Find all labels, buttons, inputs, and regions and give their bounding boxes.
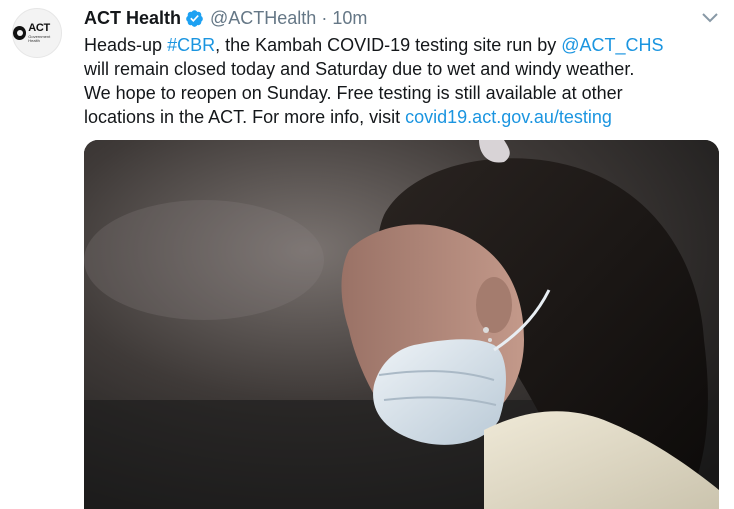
tweet-header: ACT Health @ACTHealth · 10m [84, 6, 367, 30]
avatar[interactable]: ACT Government Health [12, 8, 62, 58]
tweet-text-line-1: Heads-up #CBR, the Kambah COVID-19 testi… [84, 35, 664, 55]
tweet[interactable]: ACT Government Health ACT Health @ACTHea… [0, 0, 734, 509]
tweet-text-line-2: will remain closed today and Saturday du… [84, 59, 635, 79]
separator-dot: · [321, 7, 328, 28]
hashtag-link[interactable]: #CBR [167, 35, 215, 55]
verified-badge-icon [186, 9, 203, 27]
handle[interactable]: @ACTHealth [210, 8, 316, 29]
photo-health-worker-mask [84, 140, 719, 509]
chevron-down-icon[interactable] [701, 12, 719, 24]
crest-icon [13, 26, 27, 40]
logo-main-text: ACT [28, 22, 50, 34]
timestamp[interactable]: 10m [332, 8, 367, 29]
act-government-logo: ACT Government Health [13, 23, 61, 43]
tweet-text: Heads-up #CBR, the Kambah COVID-19 testi… [84, 33, 724, 129]
logo-sub-text: Government Health [28, 34, 51, 43]
display-name[interactable]: ACT Health [84, 8, 181, 29]
tweet-text-line-4: locations in the ACT. For more info, vis… [84, 107, 612, 127]
mention-link[interactable]: @ACT_CHS [561, 35, 663, 55]
tweet-text-line-3: We hope to reopen on Sunday. Free testin… [84, 83, 623, 103]
url-link[interactable]: covid19.act.gov.au/testing [405, 107, 612, 127]
tweet-photo[interactable] [84, 140, 719, 509]
